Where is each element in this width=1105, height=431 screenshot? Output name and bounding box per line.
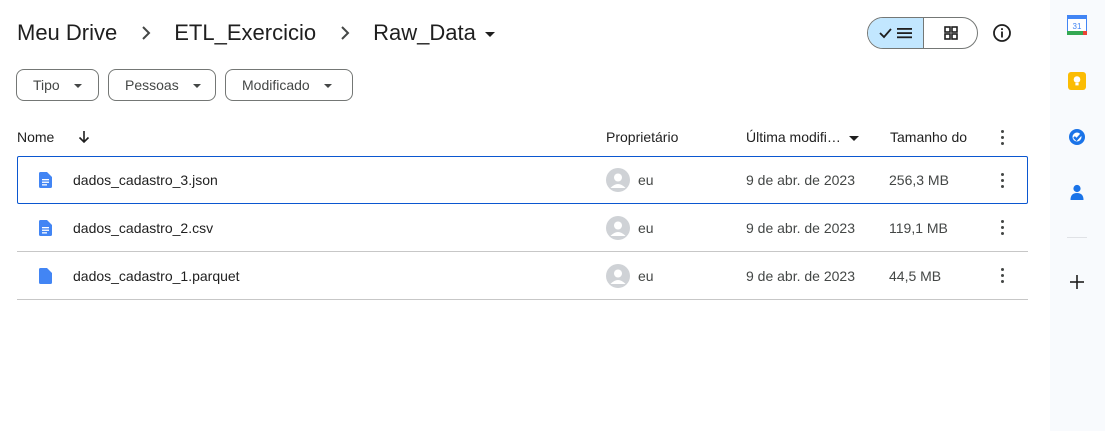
main-content: Meu Drive ETL_Exercicio Raw_Data Tipo Pe… [0, 0, 1050, 431]
breadcrumb: Meu Drive ETL_Exercicio Raw_Data [17, 17, 495, 49]
caret-down-icon [484, 31, 495, 37]
avatar [606, 215, 630, 240]
chevron-right-icon [316, 26, 373, 40]
contacts-icon[interactable] [1066, 181, 1088, 203]
avatar [606, 263, 630, 288]
filter-chips: Tipo Pessoas Modificado [16, 69, 353, 101]
chevron-right-icon [117, 26, 174, 40]
more-vert-icon [1000, 129, 1004, 145]
file-size: 44,5 MB [889, 267, 942, 284]
check-list-icon [878, 28, 912, 39]
tasks-icon[interactable] [1066, 126, 1088, 148]
plus-icon[interactable] [1067, 272, 1087, 292]
more-vert-icon [1000, 220, 1004, 235]
column-header-modified[interactable]: Última modifi… [746, 118, 859, 156]
file-row[interactable]: dados_cadastro_3.json eu 9 de abr. de 20… [17, 156, 1028, 204]
side-panel: 31 [1050, 0, 1105, 431]
list-view-button[interactable] [868, 18, 924, 48]
info-icon [993, 24, 1011, 42]
file-modified-date: 9 de abr. de 2023 [746, 172, 855, 188]
file-icon [37, 252, 53, 299]
breadcrumb-item-raw-data: Raw_Data [373, 20, 476, 45]
caret-down-icon [323, 84, 332, 88]
info-button[interactable] [990, 21, 1014, 45]
caret-down-icon [848, 135, 859, 141]
file-name: dados_cadastro_1.parquet [73, 267, 240, 284]
file-list: dados_cadastro_3.json eu 9 de abr. de 20… [17, 156, 1028, 300]
file-row[interactable]: dados_cadastro_1.parquet eu 9 de abr. de… [17, 252, 1028, 300]
row-actions-button[interactable] [993, 252, 1011, 299]
filter-tipo[interactable]: Tipo [16, 69, 99, 101]
file-modified-date: 9 de abr. de 2023 [746, 267, 855, 284]
breadcrumb-item-etl-exercicio[interactable]: ETL_Exercicio [174, 20, 316, 46]
grid-view-button[interactable] [924, 18, 977, 48]
column-header-size[interactable]: Tamanho do [890, 118, 967, 156]
column-options-button[interactable] [993, 118, 1011, 156]
grid-icon [943, 26, 958, 40]
sort-direction-button[interactable] [76, 118, 92, 156]
caret-down-icon [73, 84, 82, 88]
filter-pessoas[interactable]: Pessoas [108, 69, 216, 101]
row-actions-button[interactable] [993, 157, 1011, 203]
filter-label: Pessoas [125, 77, 179, 93]
filter-label: Modificado [242, 77, 310, 93]
breadcrumb-current-folder[interactable]: Raw_Data [373, 20, 495, 46]
calendar-day: 31 [1073, 22, 1082, 31]
owner-name: eu [638, 219, 654, 236]
owner-name: eu [638, 267, 654, 284]
file-size: 256,3 MB [889, 172, 949, 188]
avatar [606, 168, 630, 192]
file-owner: eu [606, 204, 654, 251]
file-size: 119,1 MB [889, 219, 948, 236]
keep-icon[interactable] [1066, 70, 1088, 92]
file-modified-date: 9 de abr. de 2023 [746, 219, 855, 236]
document-icon [37, 204, 53, 251]
row-actions-button[interactable] [993, 204, 1011, 251]
document-icon [37, 157, 53, 203]
filter-label: Tipo [33, 77, 60, 93]
table-header: Nome Proprietário Última modifi… Tamanho… [17, 118, 1028, 156]
file-owner: eu [606, 252, 654, 299]
more-vert-icon [1000, 268, 1004, 283]
file-name: dados_cadastro_3.json [73, 172, 218, 188]
view-toggle [867, 17, 978, 49]
more-vert-icon [1000, 172, 1004, 188]
file-name: dados_cadastro_2.csv [73, 219, 214, 236]
column-header-owner[interactable]: Proprietário [606, 118, 678, 156]
side-divider [1067, 237, 1087, 238]
caret-down-icon [192, 84, 201, 88]
filter-modificado[interactable]: Modificado [225, 69, 353, 101]
calendar-icon[interactable]: 31 [1066, 14, 1088, 36]
column-header-modified-label: Última modifi… [746, 129, 841, 145]
arrow-down-icon [78, 131, 90, 144]
owner-name: eu [638, 172, 654, 188]
breadcrumb-item-meu-drive[interactable]: Meu Drive [17, 20, 117, 46]
file-row[interactable]: dados_cadastro_2.csv eu 9 de abr. de 202… [17, 204, 1028, 252]
column-header-name[interactable]: Nome [17, 118, 54, 156]
file-owner: eu [606, 157, 654, 203]
